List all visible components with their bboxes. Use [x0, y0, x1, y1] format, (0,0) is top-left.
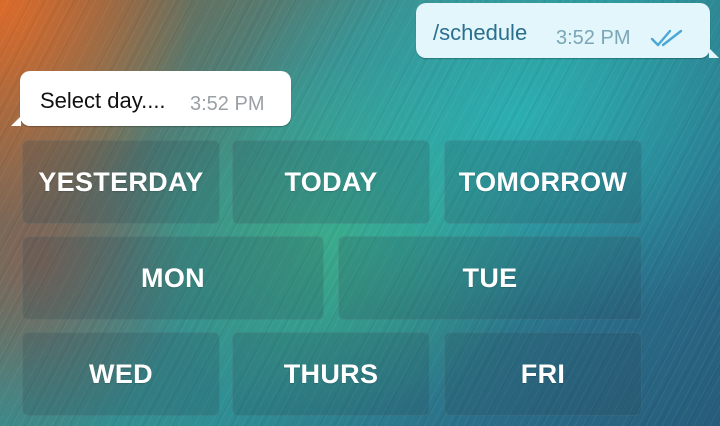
keyboard-button-yesterday[interactable]: YESTERDAY: [22, 140, 220, 224]
keyboard-button-thurs[interactable]: THURS: [232, 332, 430, 416]
keyboard-button-tomorrow[interactable]: TOMORROW: [444, 140, 642, 224]
outgoing-message-bubble[interactable]: /schedule 3:52 PM: [416, 3, 719, 58]
incoming-message-bubble[interactable]: Select day.... 3:52 PM: [11, 71, 291, 126]
keyboard-button-fri[interactable]: FRI: [444, 332, 642, 416]
keyboard-button-tue[interactable]: TUE: [338, 236, 642, 320]
double-check-icon: [650, 29, 683, 47]
outgoing-message-text: /schedule: [433, 20, 528, 45]
keyboard-button-mon[interactable]: MON: [22, 236, 324, 320]
outgoing-message-time: 3:52 PM: [556, 27, 631, 49]
keyboard-button-wed[interactable]: WED: [22, 332, 220, 416]
incoming-message-time: 3:52 PM: [190, 93, 265, 115]
incoming-message-text: Select day....: [40, 88, 166, 113]
keyboard-button-today[interactable]: TODAY: [232, 140, 430, 224]
